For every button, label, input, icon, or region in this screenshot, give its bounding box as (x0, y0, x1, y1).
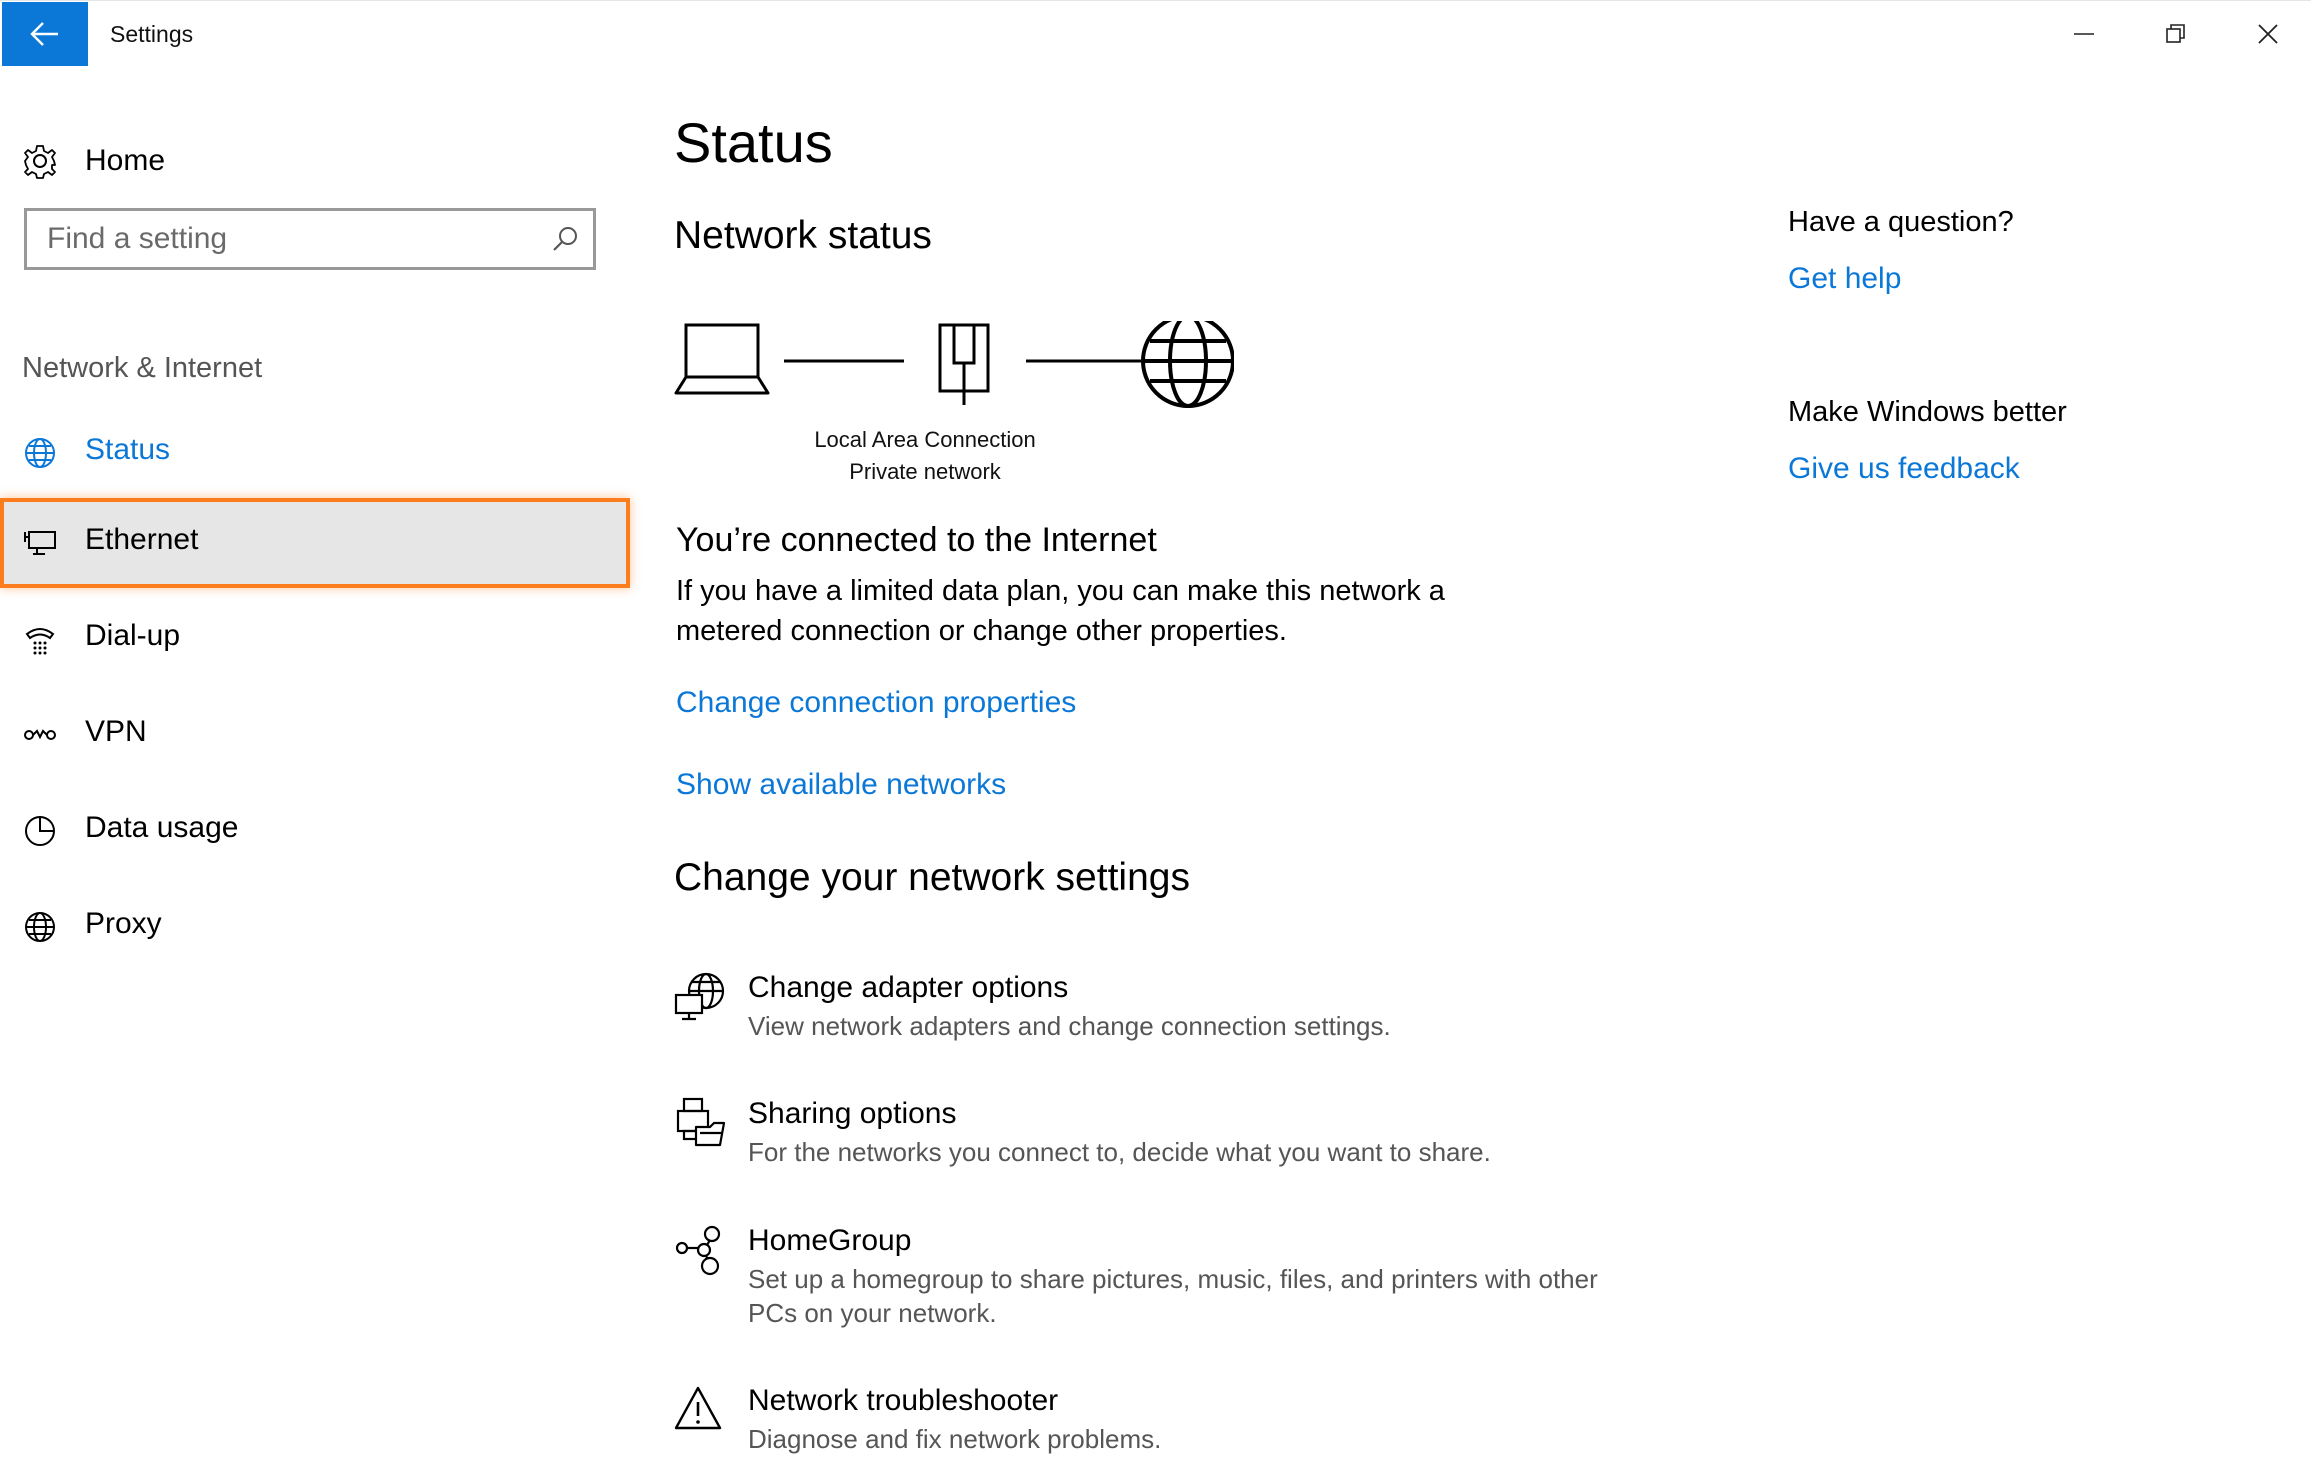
sidebar-item-vpn[interactable]: VPN (0, 690, 628, 780)
sidebar-item-dialup[interactable]: Dial-up (0, 594, 628, 684)
warning-icon (674, 1386, 722, 1430)
sidebar-item-data-usage[interactable]: Data usage (0, 786, 628, 876)
option-description: Diagnose and fix network problems. (748, 1424, 1162, 1454)
connected-heading: You’re connected to the Internet (676, 521, 1157, 559)
data-usage-icon (22, 813, 58, 849)
option-description: View network adapters and change connect… (748, 1011, 1391, 1041)
home-nav-item[interactable]: Home (0, 126, 620, 196)
globe-icon (22, 909, 58, 945)
dialup-icon (22, 621, 58, 657)
internet-globe-icon (1141, 321, 1234, 408)
section-label: Network & Internet (22, 352, 263, 384)
ethernet-monitor-icon (22, 525, 58, 561)
option-title: HomeGroup (748, 1224, 912, 1257)
network-type: Private network (849, 459, 1001, 484)
ethernet-port-icon (938, 323, 990, 405)
make-windows-better-heading: Make Windows better (1788, 396, 2067, 428)
sidebar-item-ethernet[interactable]: Ethernet (0, 498, 630, 588)
change-connection-properties-link[interactable]: Change connection properties (676, 686, 1076, 720)
adapter-icon (674, 972, 725, 1021)
sidebar: Home Network & Internet Status Ethernet (0, 66, 640, 1477)
option-title: Change adapter options (748, 971, 1069, 1004)
laptop-icon (674, 323, 770, 395)
have-a-question-heading: Have a question? (1788, 206, 2014, 238)
sharing-icon (676, 1097, 726, 1147)
sidebar-item-label: Status (85, 433, 171, 466)
vpn-icon (22, 717, 58, 753)
back-button[interactable] (2, 2, 88, 66)
connected-description: If you have a limited data plan, you can… (676, 575, 1445, 647)
sidebar-item-label: Proxy (85, 907, 162, 940)
option-description: For the networks you connect to, decide … (748, 1137, 1491, 1167)
sidebar-item-label: Data usage (85, 811, 239, 844)
search-icon[interactable] (551, 225, 579, 253)
home-label: Home (85, 144, 166, 177)
search-input[interactable] (47, 211, 527, 267)
network-status-heading: Network status (674, 214, 932, 257)
sidebar-item-status[interactable]: Status (0, 408, 628, 498)
restore-button[interactable] (2130, 1, 2222, 67)
sidebar-item-label: Dial-up (85, 619, 181, 652)
option-title: Network troubleshooter (748, 1384, 1059, 1417)
sidebar-item-proxy[interactable]: Proxy (0, 882, 628, 972)
sidebar-item-label: VPN (85, 715, 147, 748)
globe-status-icon (22, 435, 58, 471)
sidebar-item-label: Ethernet (85, 523, 199, 556)
option-description: Set up a homegroup to share pictures, mu… (748, 1264, 1598, 1328)
title-bar: Settings (0, 0, 2311, 67)
change-network-settings-heading: Change your network settings (674, 856, 1190, 899)
homegroup-icon (675, 1225, 721, 1276)
show-available-networks-link[interactable]: Show available networks (676, 768, 1006, 802)
diagram-caption: Local Area Connection Private network (790, 424, 1060, 488)
window-title: Settings (110, 21, 194, 47)
close-icon (2258, 24, 2278, 44)
connection-name: Local Area Connection (814, 427, 1036, 452)
back-arrow-icon (30, 22, 58, 46)
give-feedback-link[interactable]: Give us feedback (1788, 452, 2020, 486)
minimize-icon (2074, 33, 2094, 35)
minimize-button[interactable] (2038, 1, 2130, 67)
get-help-link[interactable]: Get help (1788, 262, 1901, 296)
main-content: Status Network status Local Area Connect… (640, 66, 1740, 1477)
search-box[interactable] (24, 208, 596, 270)
page-title: Status (674, 111, 833, 174)
restore-icon (2166, 24, 2185, 43)
gear-icon (22, 143, 58, 179)
close-button[interactable] (2222, 1, 2311, 67)
option-title: Sharing options (748, 1097, 957, 1130)
